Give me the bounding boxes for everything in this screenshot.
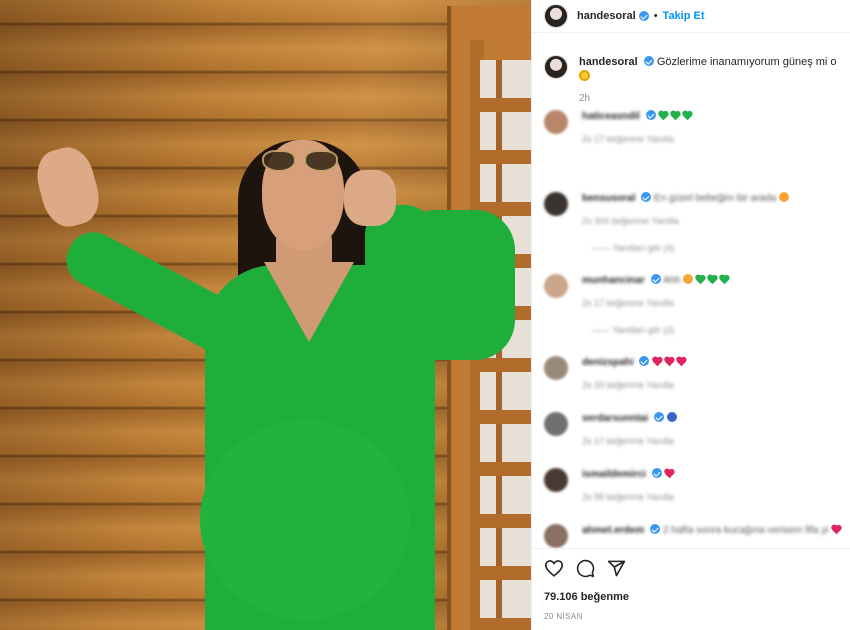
red-heart-icon <box>652 357 662 366</box>
comment-item: denizspahi 2s 33 beğenme Yanıtla <box>544 356 844 392</box>
comment-icon[interactable] <box>576 559 595 578</box>
view-replies-link[interactable]: —— Yanıtları gör (2) <box>592 324 731 337</box>
right-hand <box>344 170 396 226</box>
caption-avatar[interactable] <box>544 55 568 79</box>
comment-item: haticeasndil 2s 17 beğenme Yanıtla <box>544 110 844 146</box>
verified-badge-icon <box>645 110 656 120</box>
red-heart-icon <box>664 357 674 366</box>
verified-badge-icon <box>638 11 649 21</box>
likes-count[interactable]: 79.106 beğenme <box>544 591 839 603</box>
red-heart-icon <box>676 357 686 366</box>
smiling-face-emoji-icon <box>779 192 790 202</box>
comment-username[interactable]: haticeasndil <box>582 111 640 122</box>
commenter-avatar[interactable] <box>544 524 568 548</box>
comment-meta[interactable]: 2s 98 beğenme Yanıtla <box>582 491 676 504</box>
commenter-avatar[interactable] <box>544 110 568 134</box>
separator-dot: • <box>653 10 658 22</box>
comment-item: munhancinar Ahh 2s 17 beğenme Yanıtla ——… <box>544 274 844 337</box>
sunglasses <box>262 150 342 176</box>
comment-item: serdarsunntai 2s 17 beğenme Yanıtla <box>544 412 844 448</box>
header-username[interactable]: handesoral <box>577 10 636 22</box>
verified-badge-icon <box>650 524 661 534</box>
commenter-avatar[interactable] <box>544 468 568 492</box>
post-side-panel: handesoral • Takip Et handesoral Gözleri… <box>531 0 850 630</box>
post-caption: handesoral Gözlerime inanamıyorum güneş … <box>532 33 850 106</box>
comment-text: En güzel bebeğim bir arada <box>653 193 777 204</box>
post-header: handesoral • Takip Et <box>532 0 850 33</box>
share-icon[interactable] <box>607 559 626 578</box>
smiling-face-emoji-icon <box>683 274 694 284</box>
post-actions: 79.106 beğenme 20 NİSAN <box>532 548 850 621</box>
commenter-avatar[interactable] <box>544 412 568 436</box>
comment-username[interactable]: ahmet.erdem <box>582 525 644 536</box>
comment-username[interactable]: bensusoral <box>582 193 635 204</box>
comment-item: bensusoral En güzel bebeğim bir arada 2s… <box>544 192 844 255</box>
sun-emoji-icon <box>579 70 590 81</box>
dress-belly <box>200 420 410 620</box>
comment-meta[interactable]: 2s 17 beğenme Yanıtla <box>582 297 731 310</box>
avatar[interactable] <box>544 4 568 28</box>
commenter-avatar[interactable] <box>544 192 568 216</box>
comment-meta[interactable]: 2s 33 beğenme Yanıtla <box>582 379 688 392</box>
comment-username[interactable]: denizspahi <box>582 357 634 368</box>
verified-badge-icon <box>641 192 652 202</box>
verified-badge-icon <box>651 468 662 478</box>
caption-time: 2h <box>579 93 591 104</box>
green-heart-icon <box>707 275 717 284</box>
verified-badge-icon <box>643 56 654 66</box>
green-heart-icon <box>682 111 692 120</box>
comment-text: Ahh <box>662 275 681 286</box>
comment-username[interactable]: munhancinar <box>582 275 645 286</box>
red-heart-icon <box>831 525 841 534</box>
comment-text: 2 hafta sonra kucağına verisem fifa yi <box>662 525 829 536</box>
verified-badge-icon <box>639 356 650 366</box>
comment-item: ahmet.erdem 2 hafta sonra kucağına veris… <box>544 524 844 548</box>
blue-circle-emoji-icon <box>666 412 677 422</box>
comment-meta[interactable]: 2s 304 beğenme Yanıtla <box>582 215 791 228</box>
commenter-avatar[interactable] <box>544 356 568 380</box>
green-heart-icon <box>670 111 680 120</box>
green-heart-icon <box>695 275 705 284</box>
comment-username[interactable]: ismaildemirci <box>582 469 646 480</box>
comment-meta[interactable]: 2s 17 beğenme Yanıtla <box>582 435 677 448</box>
view-replies-link[interactable]: —— Yanıtları gör (4) <box>592 242 791 255</box>
red-heart-icon <box>664 469 674 478</box>
follow-button[interactable]: Takip Et <box>663 10 705 22</box>
green-heart-icon <box>719 275 729 284</box>
commenter-avatar[interactable] <box>544 274 568 298</box>
verified-badge-icon <box>650 274 661 284</box>
heart-icon[interactable] <box>544 559 564 577</box>
green-heart-icon <box>658 111 668 120</box>
post-date: 20 NİSAN <box>544 612 583 621</box>
caption-username[interactable]: handesoral <box>579 56 638 68</box>
comment-username[interactable]: serdarsunntai <box>582 413 648 424</box>
caption-text: Gözlerime inanamıyorum güneş mi o <box>656 56 837 68</box>
comment-meta[interactable]: 2s 17 beğenme Yanıtla <box>582 133 694 146</box>
post-photo[interactable] <box>0 0 531 630</box>
verified-badge-icon <box>653 412 664 422</box>
comment-item: ismaildemirci 2s 98 beğenme Yanıtla <box>544 468 844 504</box>
